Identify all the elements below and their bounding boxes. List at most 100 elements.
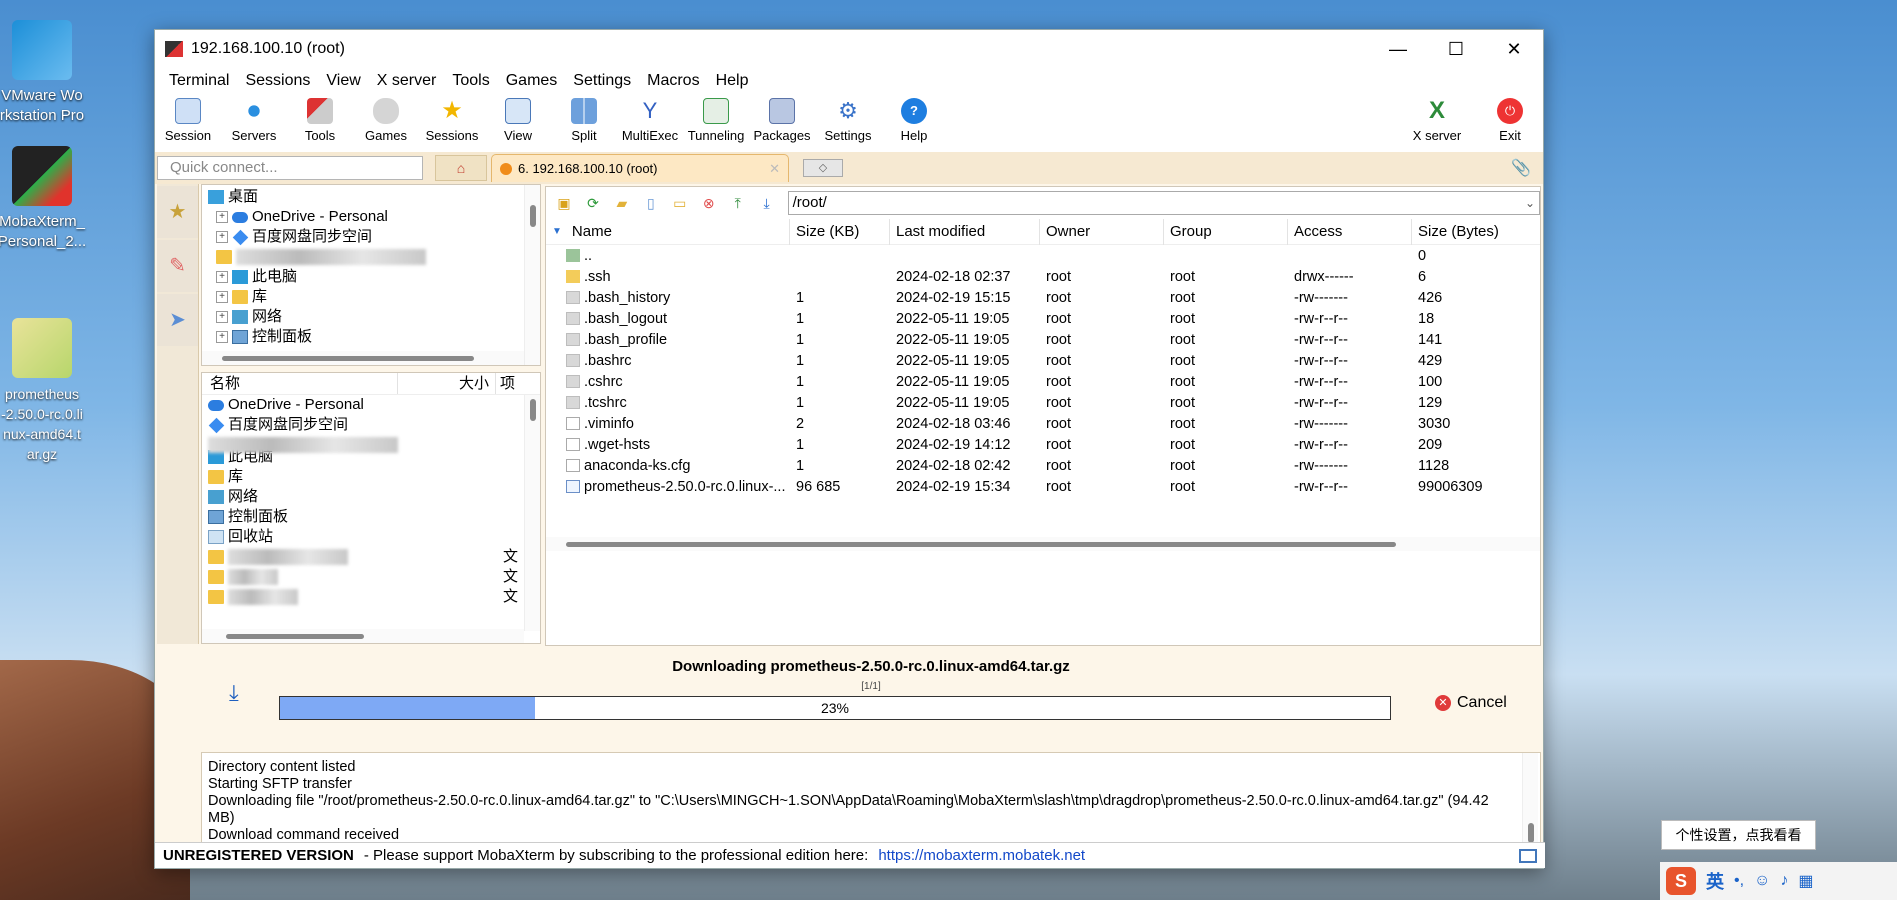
ime-language-indicator[interactable]: 英 [1706, 868, 1724, 894]
menu-games[interactable]: Games [498, 72, 566, 90]
expand-icon[interactable]: + [216, 271, 228, 283]
column-size-bytes[interactable]: Size (Bytes) [1412, 219, 1522, 245]
file-row[interactable]: .bash_profile 1 2022-05-11 19:05 root root -r… [546, 329, 1540, 350]
list-item[interactable]: 百度网盘同步空间 [208, 415, 540, 435]
toolbar-tools-button[interactable]: Tools [287, 98, 353, 143]
list-item[interactable]: 库 [208, 467, 540, 487]
list-item[interactable]: OneDrive - Personal [208, 395, 540, 415]
session-tab[interactable]: 6. 192.168.100.10 (root) ✕ [491, 154, 789, 182]
list-horizontal-scrollbar[interactable] [202, 629, 524, 643]
list-item[interactable]: 回收站 [208, 527, 540, 547]
toolbar-sessions-button[interactable]: ★ Sessions [419, 98, 485, 144]
tree-item[interactable]: + 网络 [208, 307, 540, 327]
menu-tools[interactable]: Tools [444, 72, 497, 90]
column-last-modified[interactable]: Last modified [890, 218, 1040, 245]
menu-sessions[interactable]: Sessions [237, 72, 318, 90]
tree-item[interactable]: + 此电脑 [208, 267, 540, 287]
open-folder-icon[interactable]: ▭ [668, 192, 692, 214]
file-row[interactable]: .bashrc 1 2022-05-11 19:05 root root -rw-r--r… [546, 350, 1540, 371]
desktop-icon-mobaxterm[interactable]: MobaXterm_ Personal_2... [0, 146, 90, 252]
file-row[interactable]: prometheus-2.50.0-rc.0.linux-... 96 685 20… [546, 476, 1540, 497]
list-vertical-scrollbar[interactable] [524, 395, 540, 631]
attachment-icon[interactable]: 📎 [1511, 158, 1531, 178]
cancel-download-button[interactable]: ✕ Cancel [1435, 694, 1507, 712]
menu-view[interactable]: View [318, 72, 368, 90]
toolbar-help-button[interactable]: ? Help [881, 98, 947, 143]
keyboard-icon[interactable]: ▦ [1798, 871, 1813, 891]
parent-folder-icon[interactable]: ▣ [552, 192, 576, 214]
scroll-thumb[interactable] [530, 205, 536, 227]
file-row[interactable]: .viminfo 2 2024-02-18 03:46 root root -rw----… [546, 413, 1540, 434]
scroll-thumb[interactable] [222, 356, 474, 361]
toolbar-servers-button[interactable]: Servers [221, 98, 287, 143]
toolbar-exit-button[interactable]: ⏻ Exit [1477, 98, 1543, 143]
emoji-icon[interactable]: ☺ [1754, 872, 1770, 890]
new-folder-icon[interactable]: ▰ [610, 192, 634, 214]
desktop-icon-prometheus-archive[interactable]: prometheus -2.50.0-rc.0.li nux-amd64.t a… [0, 318, 90, 464]
list-item-redacted[interactable]: 文 [208, 567, 540, 587]
close-button[interactable]: ✕ [1485, 30, 1543, 68]
list-item-redacted[interactable]: 文 [208, 587, 540, 607]
tree-item[interactable]: + 控制面板 [208, 327, 540, 347]
monitor-icon[interactable] [1519, 848, 1537, 863]
remote-path-input[interactable]: /root/ ⌄ [787, 191, 1541, 215]
close-tab-icon[interactable]: ✕ [769, 161, 780, 177]
column-access[interactable]: Access [1288, 218, 1412, 245]
maximize-button[interactable]: ☐ [1427, 30, 1485, 68]
tree-item[interactable]: + 库 [208, 287, 540, 307]
file-row[interactable]: .bash_history 1 2024-02-19 15:15 root root -r… [546, 287, 1540, 308]
minimize-button[interactable]: — [1369, 30, 1427, 68]
expand-icon[interactable]: + [216, 291, 228, 303]
tree-item-redacted[interactable] [208, 247, 540, 267]
toolbar-tunneling-button[interactable]: Tunneling [683, 98, 749, 143]
expand-icon[interactable]: + [216, 331, 228, 343]
file-row[interactable]: .cshrc 1 2022-05-11 19:05 root root -rw-r--r-… [546, 371, 1540, 392]
file-row[interactable]: .tcshrc 1 2022-05-11 19:05 root root -rw-r--r… [546, 392, 1540, 413]
toolbar-games-button[interactable]: Games [353, 98, 419, 143]
expand-icon[interactable]: + [216, 211, 228, 223]
microphone-icon[interactable]: ♪ [1780, 872, 1788, 890]
sogou-ime-icon[interactable]: S [1666, 867, 1696, 895]
scroll-thumb[interactable] [530, 399, 536, 421]
toolbar-view-button[interactable]: View [485, 98, 551, 143]
file-row[interactable]: .wget-hsts 1 2024-02-19 14:12 root root -rw-r… [546, 434, 1540, 455]
refresh-icon[interactable]: ⟳ [581, 192, 605, 214]
column-owner[interactable]: Owner [1040, 218, 1164, 245]
desktop-icon-vmware[interactable]: VMware Wo rkstation Pro [0, 20, 90, 126]
toolbar-settings-button[interactable]: ⚙ Settings [815, 98, 881, 143]
home-tab[interactable]: ⌂ [435, 155, 487, 181]
scroll-thumb[interactable] [566, 542, 1396, 547]
download-icon[interactable]: ⤓ [755, 192, 779, 214]
punctuation-icon[interactable]: •, [1734, 872, 1744, 890]
menu-terminal[interactable]: Terminal [161, 72, 237, 90]
toolbar-split-button[interactable]: Split [551, 98, 617, 143]
menu-macros[interactable]: Macros [639, 72, 707, 90]
file-row[interactable]: .bash_logout 1 2022-05-11 19:05 root root -rw… [546, 308, 1540, 329]
expand-icon[interactable]: + [216, 311, 228, 323]
column-name-header[interactable]: 名称 [202, 373, 398, 394]
file-row[interactable]: anaconda-ks.cfg 1 2024-02-18 02:42 root root… [546, 455, 1540, 476]
menu-help[interactable]: Help [708, 72, 757, 90]
tools-sidebar-icon[interactable]: ✎ [157, 240, 198, 292]
new-file-icon[interactable]: ▯ [639, 192, 663, 214]
column-size-kb[interactable]: Size (KB) [790, 218, 890, 245]
toolbar-packages-button[interactable]: Packages [749, 98, 815, 143]
tree-horizontal-scrollbar[interactable] [202, 351, 524, 365]
list-item[interactable]: 控制面板 [208, 507, 540, 527]
menu-settings[interactable]: Settings [565, 72, 639, 90]
list-item-redacted[interactable]: 文 [208, 547, 540, 567]
mobatek-link[interactable]: https://mobaxterm.mobatek.net [878, 847, 1085, 864]
quick-connect-input[interactable]: Quick connect... [157, 156, 423, 180]
toolbar-session-button[interactable]: Session [155, 98, 221, 143]
column-size-header[interactable]: 大小 [398, 373, 496, 394]
chevron-down-icon[interactable]: ⌄ [1525, 192, 1535, 214]
file-row[interactable]: .ssh 2024-02-18 02:37 root root drwx------ 6 [546, 266, 1540, 287]
sessions-star-icon[interactable]: ★ [157, 186, 198, 238]
scroll-thumb[interactable] [1528, 823, 1534, 843]
column-group[interactable]: Group [1164, 218, 1288, 245]
scroll-thumb[interactable] [226, 634, 364, 639]
menu-x-server[interactable]: X server [369, 72, 445, 90]
tree-item[interactable]: + 百度网盘同步空间 [208, 227, 540, 247]
toolbar-x-server-button[interactable]: X X server [1397, 98, 1477, 144]
toolbar-multiexec-button[interactable]: Y MultiExec [617, 98, 683, 143]
